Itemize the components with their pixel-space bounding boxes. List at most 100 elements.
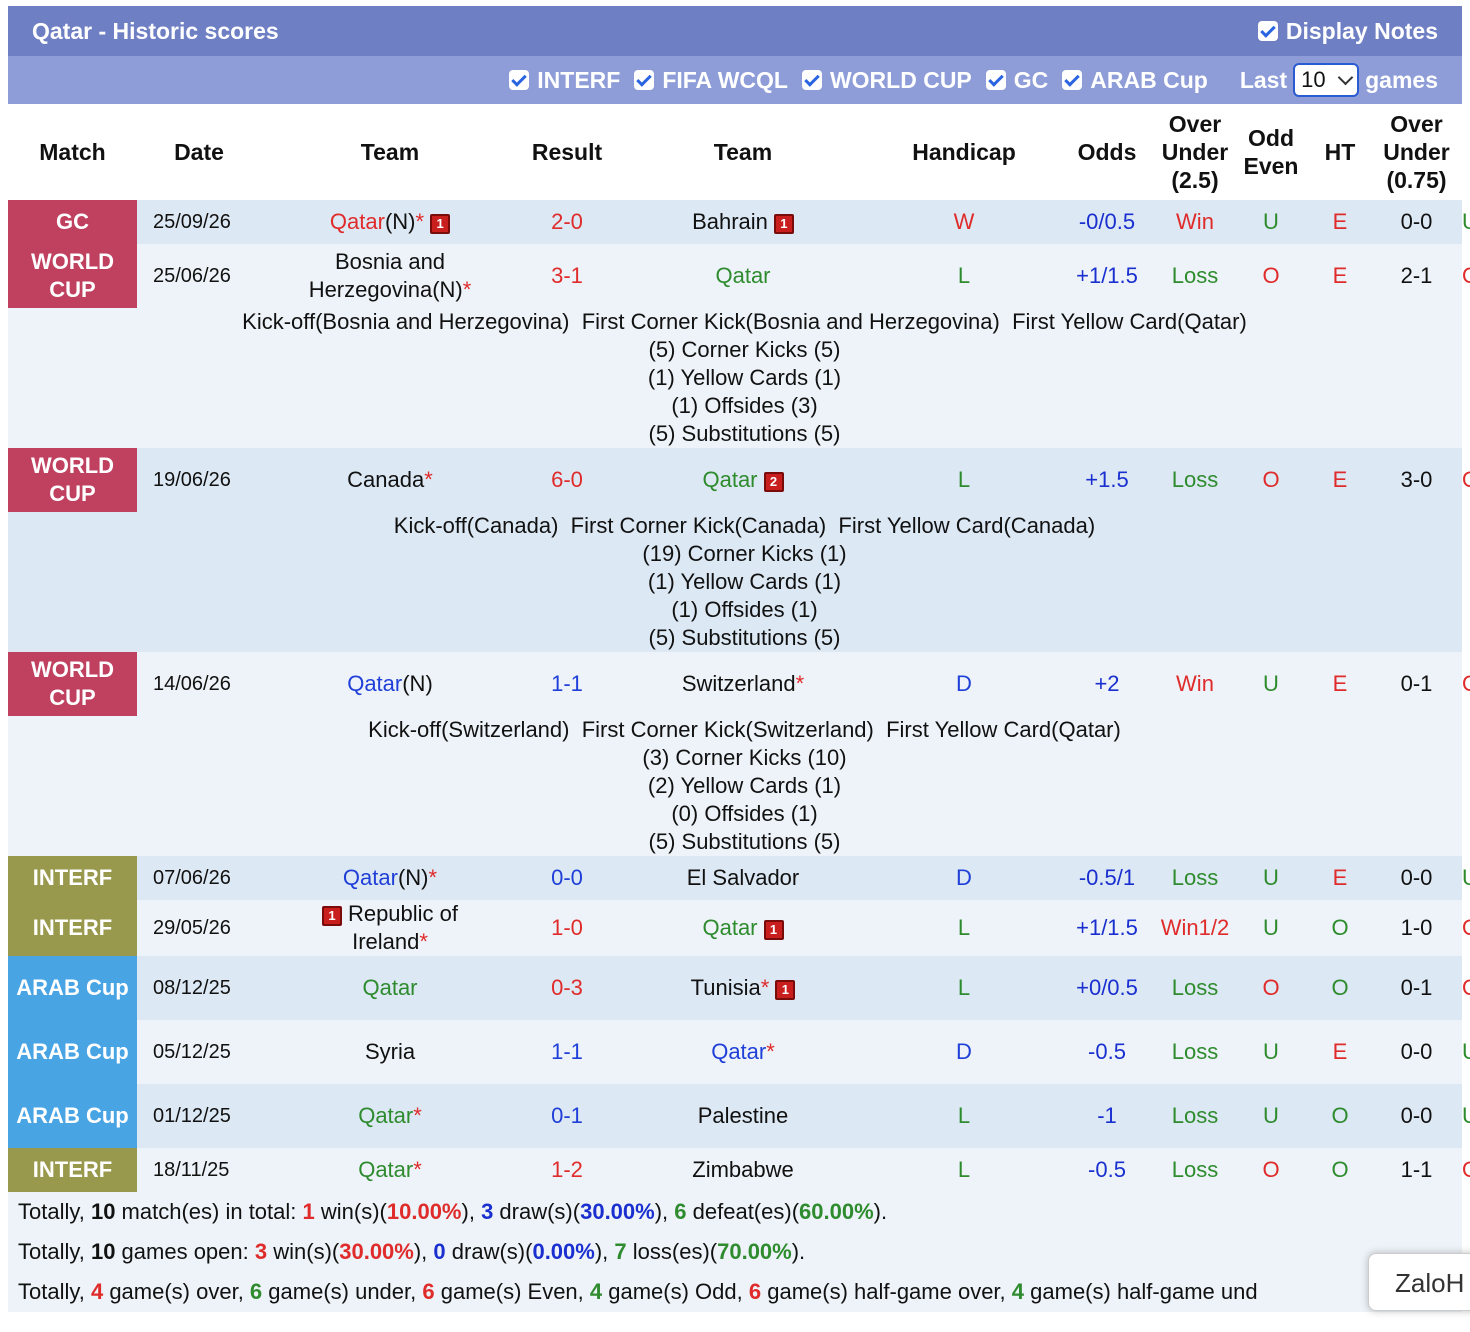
note-corner: (19) Corner Kicks (1): [642, 541, 847, 566]
away-team-name[interactable]: Qatar: [715, 263, 770, 288]
result-away: 1: [570, 671, 583, 696]
favorite-star: *: [795, 671, 805, 696]
note-subs: (5) Substitutions (5): [648, 625, 841, 650]
away-team-name[interactable]: Zimbabwe: [692, 1157, 793, 1182]
league-badge[interactable]: ARAB Cup: [8, 1020, 137, 1084]
league-badge[interactable]: INTERF: [8, 1148, 137, 1192]
win-loss-draw: D: [871, 1020, 1057, 1084]
note-offside: (1) Offsides (3): [671, 393, 818, 418]
filter-checkbox[interactable]: [801, 70, 822, 90]
filter-checkbox[interactable]: [509, 70, 530, 90]
home-team-name[interactable]: Syria: [365, 1039, 415, 1064]
match-date: 14/06/26: [137, 652, 261, 716]
filter-fifa-wcql[interactable]: FIFA WCQL: [634, 67, 788, 94]
odds-result: Win: [1157, 200, 1233, 244]
away-team-name[interactable]: Switzerland: [682, 671, 796, 696]
odd-even: O: [1309, 1148, 1371, 1192]
last-games-select[interactable]: 10: [1293, 63, 1360, 97]
league-badge[interactable]: WORLD CUP: [8, 652, 137, 716]
league-badge[interactable]: INTERF: [8, 900, 137, 956]
league-badge[interactable]: WORLD CUP: [8, 448, 137, 512]
match-result[interactable]: 1-1: [519, 652, 615, 716]
table-row: ARAB Cup 05/12/25 Syria 1-1 Qatar* D -0.5 Loss U…: [8, 1020, 1470, 1084]
match-result[interactable]: 1-1: [519, 1020, 615, 1084]
match-result[interactable]: 6-0: [519, 448, 615, 512]
result-away: 1: [570, 263, 583, 288]
league-badge[interactable]: GC: [8, 200, 137, 244]
away-team-name[interactable]: Tunisia: [691, 975, 761, 1000]
neutral-marker: (N): [384, 209, 416, 234]
away-team-name[interactable]: Bahrain: [692, 209, 768, 234]
display-notes-toggle[interactable]: Display Notes: [1257, 18, 1438, 45]
away-team-name[interactable]: El Salvador: [687, 865, 800, 890]
filter-gc[interactable]: GC: [985, 67, 1048, 94]
summary-line-2: Totally, 10 games open: 3 win(s)(30.00%)…: [18, 1239, 806, 1264]
home-team-name[interactable]: Qatar: [343, 865, 398, 890]
favorite-star: *: [760, 975, 770, 1000]
table-row: WORLD CUP 14/06/26 Qatar(N) 1-1 Switzerland*…: [8, 652, 1470, 716]
away-team-name[interactable]: Qatar: [702, 915, 757, 940]
away-team-name[interactable]: Qatar: [711, 1039, 766, 1064]
league-badge[interactable]: ARAB Cup: [8, 1084, 137, 1148]
match-result[interactable]: 1-2: [519, 1148, 615, 1192]
note-offside: (0) Offsides (1): [671, 801, 818, 826]
odds-result: Loss: [1157, 856, 1233, 900]
away-team-name[interactable]: Qatar: [702, 467, 757, 492]
league-badge[interactable]: WORLD CUP: [8, 244, 137, 308]
filter-label: FIFA WCQL: [662, 66, 788, 93]
table-row: INTERF 07/06/26 Qatar(N)* 0-0 El Salvador D -0…: [8, 856, 1470, 900]
col-odds: Odds: [1057, 104, 1157, 200]
odd-even: O: [1309, 1084, 1371, 1148]
half-time-score: 0-0: [1371, 856, 1462, 900]
league-badge[interactable]: INTERF: [8, 856, 137, 900]
match-date: 19/06/26: [137, 448, 261, 512]
match-result[interactable]: 2-0: [519, 200, 615, 244]
red-card-badge: 1: [430, 214, 451, 234]
odds-result: Loss: [1157, 1020, 1233, 1084]
home-team-name[interactable]: Qatar: [362, 975, 417, 1000]
favorite-star: *: [413, 1157, 422, 1182]
over-under-25: U: [1233, 900, 1309, 956]
filter-interf[interactable]: INTERF: [509, 67, 620, 94]
home-team-name[interactable]: Qatar: [358, 1157, 413, 1182]
match-result[interactable]: 0-0: [519, 856, 615, 900]
home-team-name[interactable]: Bosnia and Herzegovina: [309, 249, 445, 302]
over-under-25: O: [1233, 1148, 1309, 1192]
last-games-value: 10: [1301, 67, 1326, 92]
note-yellow: (1) Yellow Cards (1): [647, 365, 842, 390]
home-team-name[interactable]: Canada: [347, 467, 424, 492]
win-loss-draw: L: [871, 1148, 1057, 1192]
home-team-name[interactable]: Qatar: [330, 209, 385, 234]
col-result: Result: [519, 104, 615, 200]
result-home: 3: [551, 263, 564, 288]
favorite-star: *: [415, 209, 425, 234]
win-loss-draw: W: [871, 200, 1057, 244]
filter-world-cup[interactable]: WORLD CUP: [801, 67, 972, 94]
match-result[interactable]: 3-1: [519, 244, 615, 308]
filter-checkbox[interactable]: [634, 70, 655, 90]
match-result[interactable]: 1-0: [519, 900, 615, 956]
match-result[interactable]: 0-1: [519, 1084, 615, 1148]
red-card-badge: 1: [763, 920, 784, 940]
home-team-name[interactable]: Republic of Ireland: [348, 901, 458, 954]
scores-table: Match Date Team Result Team Handicap Odd…: [8, 104, 1470, 1192]
display-notes-checkbox[interactable]: [1257, 21, 1278, 41]
filter-checkbox[interactable]: [1062, 70, 1083, 90]
filter-checkbox[interactable]: [985, 70, 1006, 90]
league-badge[interactable]: ARAB Cup: [8, 956, 137, 1020]
odds-result: Loss: [1157, 448, 1233, 512]
col-home-team: Team: [261, 104, 519, 200]
home-team-name[interactable]: Qatar: [358, 1103, 413, 1128]
home-team-cell: Qatar(N)* 1: [261, 200, 519, 244]
table-header-row: Match Date Team Result Team Handicap Odd…: [8, 104, 1462, 200]
match-result[interactable]: 0-3: [519, 956, 615, 1020]
away-team-name[interactable]: Palestine: [698, 1103, 789, 1128]
filter-arab-cup[interactable]: ARAB Cup: [1062, 67, 1208, 94]
half-time-score: 0-1: [1371, 652, 1462, 716]
result-away: 0: [570, 467, 583, 492]
match-notes: Kick-off(Switzerland) First Corner Kick(…: [137, 716, 1462, 856]
favorite-star: *: [462, 277, 472, 302]
red-card-badge: 2: [763, 472, 784, 492]
zalo-chat-widget[interactable]: ZaloH: [1368, 1253, 1470, 1311]
home-team-name[interactable]: Qatar: [347, 671, 402, 696]
